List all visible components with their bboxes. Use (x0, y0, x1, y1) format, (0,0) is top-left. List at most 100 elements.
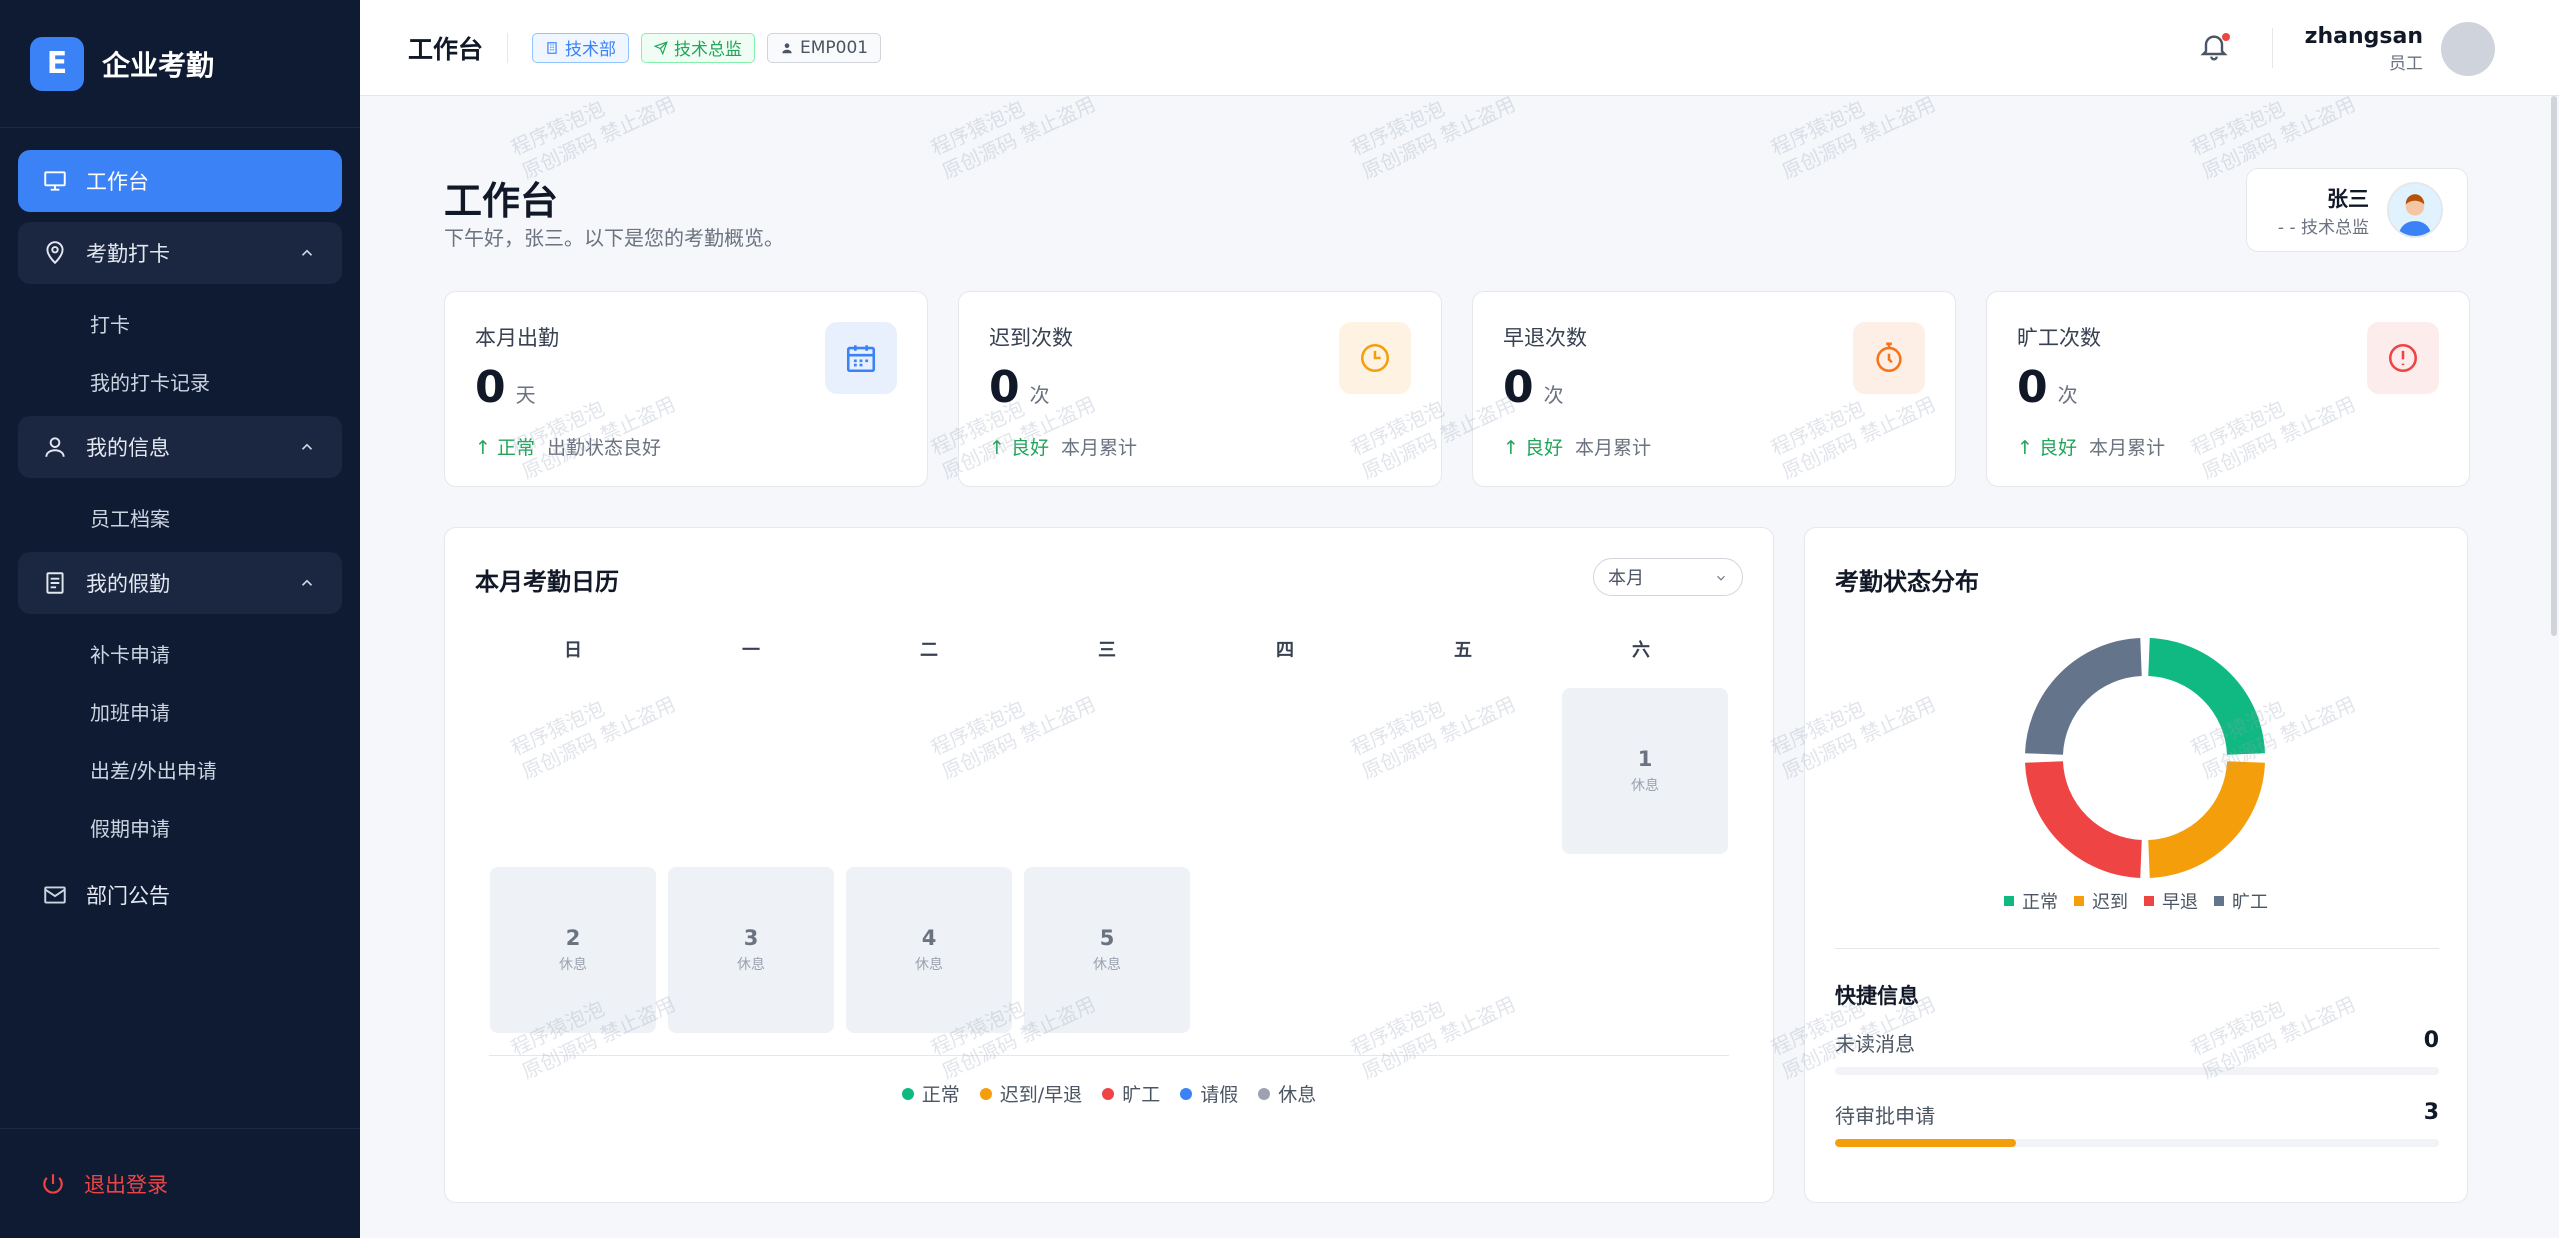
sidebar-item-label: 考勤打卡 (86, 242, 170, 266)
stat-trend: ↑ 良好 (2017, 437, 2077, 459)
top-header: 工作台 技术部 技术总监 EMP001 zhangsan 员工 (360, 0, 2559, 96)
user-icon (42, 434, 68, 460)
profile-name: 张三 (2327, 186, 2369, 211)
month-select[interactable]: 本月 (1593, 558, 1743, 596)
legend-label: 正常 (921, 1084, 960, 1106)
position-tag-label: 技术总监 (674, 40, 743, 60)
avatar-illustration-icon (2387, 182, 2443, 238)
calendar-day[interactable]: 5 休息 (1024, 867, 1190, 1033)
scrollbar-thumb[interactable] (2551, 96, 2557, 636)
page-scrollbar[interactable] (2549, 96, 2559, 656)
stat-unit: 次 (1543, 383, 1564, 407)
sidebar-item-makeup-punch[interactable]: 补卡申请 (18, 624, 342, 682)
user-text: zhangsan 员工 (2305, 24, 2423, 74)
employee-id-label: EMP001 (800, 37, 869, 58)
calendar-day[interactable]: 4 休息 (846, 867, 1012, 1033)
calendar-panel: 本月考勤日历 本月 日 一 二 三 四 五 六 1 休息 2 休息 3 休息 4… (444, 527, 1774, 1203)
quick-row-pending[interactable]: 待审批申请 3 (1835, 1100, 2439, 1147)
sidebar-item-punch[interactable]: 打卡 (18, 294, 342, 352)
avatar[interactable] (2441, 22, 2495, 76)
legend-item: 正常 (901, 1080, 960, 1107)
page-subtitle: 下午好，张三。以下是您的考勤概览。 (444, 226, 784, 250)
sidebar-item-vacation[interactable]: 假期申请 (18, 798, 342, 856)
chevron-up-icon (301, 443, 313, 450)
notification-button[interactable] (2198, 30, 2234, 66)
sidebar-item-workbench[interactable]: 工作台 (18, 150, 342, 212)
legend-label: 迟到 (2092, 892, 2128, 913)
legend-dot (979, 1087, 992, 1100)
stat-foot: ↑ 良好 本月累计 (2017, 433, 2469, 460)
stat-foot: ↑ 良好 本月累计 (989, 433, 1441, 460)
stat-card-attendance: 本月出勤 0 天 ↑ 正常 出勤状态良好 (444, 291, 928, 487)
sidebar-group-leave[interactable]: 我的假勤 (18, 552, 342, 614)
distribution-legend: 正常 迟到 早退 旷工 (1805, 888, 2467, 914)
sidebar-group-info[interactable]: 我的信息 (18, 416, 342, 478)
day-status: 休息 (915, 957, 943, 973)
stat-unit: 天 (515, 383, 536, 407)
day-status: 休息 (1093, 957, 1121, 973)
logout-label: 退出登录 (84, 1172, 168, 1197)
distribution-title: 考勤状态分布 (1835, 568, 1979, 596)
alert-circle-icon (2367, 322, 2439, 394)
stat-note: 出勤状态良好 (546, 437, 661, 459)
brand: E 企业考勤 (0, 0, 360, 128)
clock-icon (1339, 322, 1411, 394)
month-select-value: 本月 (1608, 568, 1644, 589)
profile-role: - - 技术总监 (2277, 217, 2369, 238)
distribution-panel: 考勤状态分布 正常 迟到 早退 旷工 快捷信息 未读消息 0 待审批申请 3 (1804, 527, 2468, 1203)
power-icon (43, 1173, 63, 1194)
sidebar-group-attendance[interactable]: 考勤打卡 (18, 222, 342, 284)
brand-name: 企业考勤 (102, 48, 215, 82)
quick-row-label: 未读消息 (1835, 1032, 1915, 1056)
weekday-mon: 一 (742, 640, 760, 661)
chevron-down-icon (1717, 575, 1725, 581)
legend-item: 迟到 (2074, 888, 2128, 914)
brand-logo: E (30, 36, 84, 91)
legend-item: 休息 (1258, 1080, 1316, 1107)
donut-segment-normal (2147, 638, 2265, 756)
quick-row-unread[interactable]: 未读消息 0 (1835, 1028, 2439, 1075)
legend-item: 请假 (1180, 1080, 1238, 1107)
logout-button[interactable]: 退出登录 (0, 1128, 360, 1238)
calendar-legend: 正常 迟到/早退 旷工 请假 休息 (445, 1080, 1773, 1107)
calendar-divider (489, 1055, 1729, 1056)
stat-trend: ↑ 正常 (475, 437, 535, 459)
calendar-day[interactable]: 1 休息 (1562, 688, 1728, 854)
sidebar-item-announcement[interactable]: 部门公告 (18, 864, 342, 926)
document-icon (42, 570, 68, 596)
stat-note: 本月累计 (1060, 437, 1137, 459)
department-tag: 技术部 (532, 32, 630, 63)
user-icon (782, 42, 792, 53)
user-menu[interactable]: zhangsan 员工 (2305, 22, 2495, 76)
donut-segment-early (2025, 760, 2143, 878)
calendar-icon (825, 322, 897, 394)
sidebar-item-employee-profile[interactable]: 员工档案 (18, 488, 342, 546)
weekday-thu: 四 (1276, 640, 1294, 661)
legend-label: 休息 (1278, 1084, 1317, 1106)
user-role: 员工 (2389, 54, 2423, 74)
calendar-day[interactable]: 3 休息 (668, 867, 834, 1033)
day-number: 5 (1099, 926, 1115, 950)
legend-dot (1180, 1087, 1193, 1100)
sidebar-item-label: 我的信息 (86, 436, 170, 460)
legend-dot (1258, 1087, 1271, 1100)
stat-value: 0 (989, 362, 1020, 413)
calendar-day[interactable]: 2 休息 (490, 867, 656, 1033)
quick-info-title: 快捷信息 (1835, 984, 1919, 1008)
sidebar-item-punch-records[interactable]: 我的打卡记录 (18, 352, 342, 410)
day-number: 4 (921, 926, 937, 950)
legend-item: 正常 (2004, 888, 2058, 914)
legend-label: 正常 (2022, 892, 2058, 913)
building-icon (547, 41, 557, 54)
donut-segment-late (2147, 760, 2265, 878)
stat-trend: ↑ 良好 (1503, 437, 1563, 459)
sidebar-item-overtime[interactable]: 加班申请 (18, 682, 342, 740)
page-title: 工作台 (444, 179, 559, 223)
distribution-divider (1835, 948, 2439, 949)
stat-value: 0 (1503, 362, 1534, 413)
legend-dot (1102, 1087, 1115, 1100)
sidebar-item-business-trip[interactable]: 出差/外出申请 (18, 740, 342, 798)
stat-value: 0 (475, 362, 506, 413)
stat-note: 本月累计 (1574, 437, 1651, 459)
legend-swatch (2004, 896, 2014, 906)
